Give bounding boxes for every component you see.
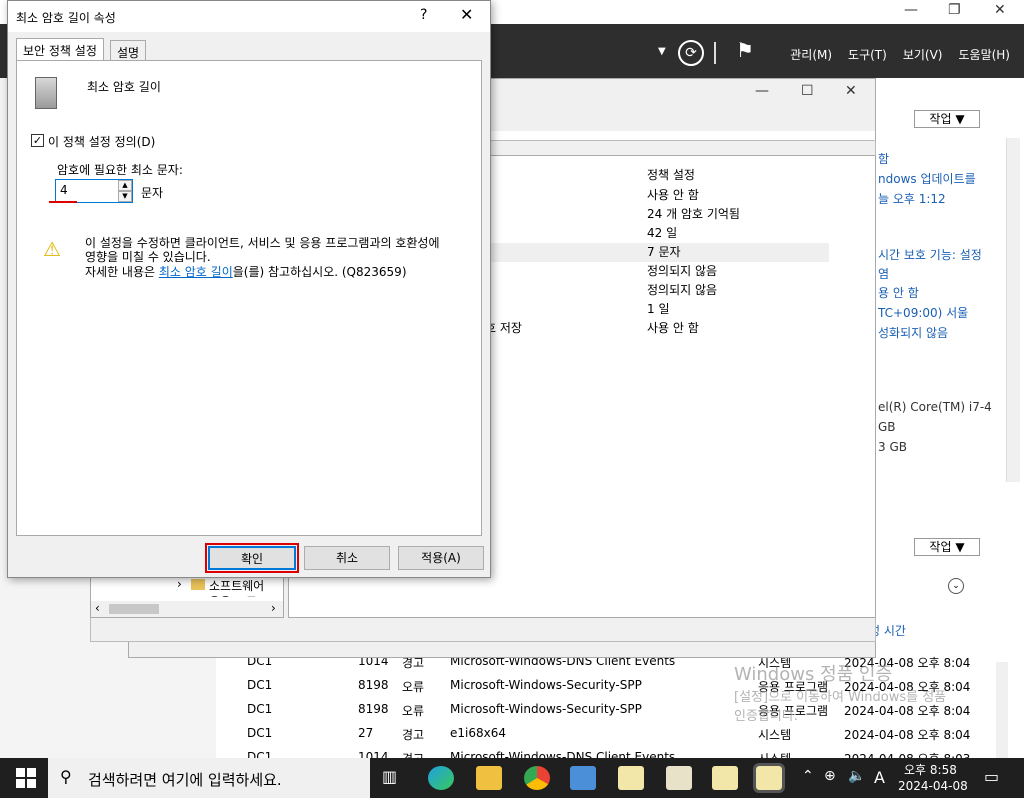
chevron-up-icon[interactable]: ⌃ xyxy=(802,768,814,784)
activation-watermark: Windows 정품 인증 [설정]으로 이동하여 Windows를 정품 인증… xyxy=(734,660,946,724)
server-manager-icon[interactable] xyxy=(570,766,596,790)
ok-button[interactable]: 확인 xyxy=(205,543,299,573)
task-view-icon[interactable]: ▥ xyxy=(382,767,397,786)
tree-hscrollbar[interactable]: ‹ › xyxy=(91,601,283,617)
rp-line-6[interactable]: TC+09:00) 서울 xyxy=(878,304,968,321)
red-underline xyxy=(49,201,77,203)
edge-icon[interactable] xyxy=(428,766,454,790)
spinner-down-icon[interactable]: ▼ xyxy=(118,191,132,202)
scroll-right-icon[interactable]: › xyxy=(271,601,276,615)
rp-line-9: GB xyxy=(878,420,896,434)
dialog-close-icon[interactable]: ✕ xyxy=(460,5,473,24)
search-icon: ⚲ xyxy=(60,767,72,786)
rp-line-7[interactable]: 성화되지 않음 xyxy=(878,324,948,341)
tree-chevron-icon[interactable]: › xyxy=(177,577,182,591)
tree-item[interactable]: 응용 프로 xyxy=(209,593,257,597)
policy-name: 최소 암호 길이 xyxy=(87,80,161,94)
policy-editor-icon[interactable] xyxy=(666,766,692,790)
warning-suffix: 을(를) 참고하십시오. (Q823659) xyxy=(232,265,407,279)
mmc-close-icon[interactable]: ✕ xyxy=(845,83,857,99)
table-row[interactable]: DC1 27 경고 e1i68x64 시스템 2024-04-08 오후 8:04 xyxy=(240,722,1010,746)
server-manager-menu: 관리(M) 도구(T) 보기(V) 도움말(H) xyxy=(790,46,1010,63)
settings-panel: 최소 암호 길이 ✓ 이 정책 설정 정의(D) 암호에 필요한 최소 문자: … xyxy=(16,60,482,536)
notepad-icon[interactable] xyxy=(712,766,738,790)
server-icon xyxy=(35,77,57,109)
apply-button[interactable]: 적용(A) xyxy=(398,546,484,570)
scroll-left-icon[interactable]: ‹ xyxy=(95,601,100,615)
clock-date[interactable]: 2024-04-08 xyxy=(898,779,968,793)
help-button[interactable]: ? xyxy=(420,7,427,23)
rp-line-4[interactable]: 염 xyxy=(878,265,889,282)
mmc-minimize-icon[interactable]: — xyxy=(755,83,769,99)
spinner-up-icon[interactable]: ▲ xyxy=(118,180,132,191)
dialog-titlebar: 최소 암호 길이 속성 ? ✕ xyxy=(8,1,490,32)
tab-explain[interactable]: 설명 xyxy=(110,40,147,61)
dialog-title: 최소 암호 길이 속성 xyxy=(16,11,116,25)
menu-tools[interactable]: 도구(T) xyxy=(848,46,887,63)
tree-item[interactable]: 소프트웨어 xyxy=(209,577,281,594)
rp-line-0[interactable]: 함 xyxy=(878,150,889,167)
min-chars-label: 암호에 필요한 최소 문자: xyxy=(57,163,183,177)
flag-icon[interactable]: ⚑ xyxy=(736,38,754,62)
tab-security-policy[interactable]: 보안 정책 설정 xyxy=(16,38,104,61)
menu-manage[interactable]: 관리(M) xyxy=(790,46,832,63)
notepad-active-icon[interactable] xyxy=(753,763,785,793)
unit-label: 문자 xyxy=(141,186,164,200)
rp-line-1[interactable]: ndows 업데이트를 xyxy=(878,170,976,187)
refresh-icon[interactable]: ⟳ xyxy=(678,40,704,66)
ime-indicator[interactable]: A xyxy=(874,768,885,787)
volume-muted-icon[interactable]: 🔈 xyxy=(848,768,865,784)
define-checkbox-label[interactable]: 이 정책 설정 정의(D) xyxy=(48,133,155,150)
watermark-line1: Windows 정품 인증 xyxy=(734,664,893,685)
warning-line3: 자세한 내용은 최소 암호 길이을(를) 참고하십시오. (Q823659) xyxy=(85,263,407,280)
restore-icon[interactable]: ❐ xyxy=(948,2,961,18)
tasks-button[interactable]: 작업 ▼ xyxy=(914,110,980,128)
file-explorer-icon[interactable] xyxy=(476,766,502,790)
help-link[interactable]: 최소 암호 길이 xyxy=(159,265,233,279)
taskbar-search[interactable]: ⚲ 검색하려면 여기에 입력하세요. xyxy=(48,758,370,798)
notepad-icon[interactable] xyxy=(618,766,644,790)
network-icon[interactable]: ⊕ xyxy=(824,768,836,784)
rp-line-10: 3 GB xyxy=(878,440,907,454)
expand-icon[interactable]: ⌄ xyxy=(948,578,964,594)
warning-prefix: 자세한 내용은 xyxy=(85,265,159,279)
menu-view[interactable]: 보기(V) xyxy=(903,46,943,63)
toolbar-separator xyxy=(714,42,716,64)
rp-line-8: el(R) Core(TM) i7-4 xyxy=(878,400,992,414)
clock-time[interactable]: 오후 8:58 xyxy=(904,761,957,778)
warning-icon: ⚠ xyxy=(43,237,61,261)
tasks-button-events[interactable]: 작업 ▼ xyxy=(914,538,980,556)
menu-help[interactable]: 도움말(H) xyxy=(958,46,1010,63)
define-checkbox[interactable]: ✓ xyxy=(31,134,44,147)
min-length-spinner[interactable]: 4 ▲ ▼ xyxy=(55,179,133,203)
notification-icon[interactable]: ▭ xyxy=(984,767,999,786)
watermark-line3: 인증합니다. xyxy=(734,709,798,724)
minimize-icon[interactable]: — xyxy=(904,2,918,18)
policy-column-header[interactable]: 정책 설정 xyxy=(647,166,695,183)
search-input[interactable]: 검색하려면 여기에 입력하세요. xyxy=(88,769,282,790)
taskbar: ⚲ 검색하려면 여기에 입력하세요. ▥ ⌃ ⊕ 🔈 A 오후 8:58 202… xyxy=(0,758,1024,798)
events-scrollbar[interactable] xyxy=(996,662,1008,758)
dropdown-arrow-icon[interactable]: ▼ xyxy=(658,46,666,57)
spinner-value[interactable]: 4 xyxy=(60,183,68,197)
windows-start-icon[interactable] xyxy=(16,768,36,788)
rp-line-5[interactable]: 용 안 함 xyxy=(878,284,919,301)
scroll-thumb[interactable] xyxy=(109,604,159,614)
mmc-maximize-icon[interactable]: ☐ xyxy=(801,83,814,99)
rp-line-3[interactable]: 시간 보호 기능: 설정 xyxy=(878,246,982,263)
right-pane-scrollbar[interactable] xyxy=(1006,138,1020,482)
watermark-line2: [설정]으로 이동하여 Windows를 정품 xyxy=(734,690,947,705)
chrome-icon[interactable] xyxy=(524,766,550,790)
policy-tree: › 소프트웨어 응용 프로 ‹ › xyxy=(90,576,284,618)
rp-line-2[interactable]: 늘 오후 1:12 xyxy=(878,190,946,207)
close-icon[interactable]: ✕ xyxy=(994,2,1006,18)
cancel-button[interactable]: 취소 xyxy=(304,546,390,570)
folder-icon xyxy=(191,579,205,590)
policy-properties-dialog: 최소 암호 길이 속성 ? ✕ 보안 정책 설정 설명 최소 암호 길이 ✓ 이… xyxy=(7,0,491,578)
